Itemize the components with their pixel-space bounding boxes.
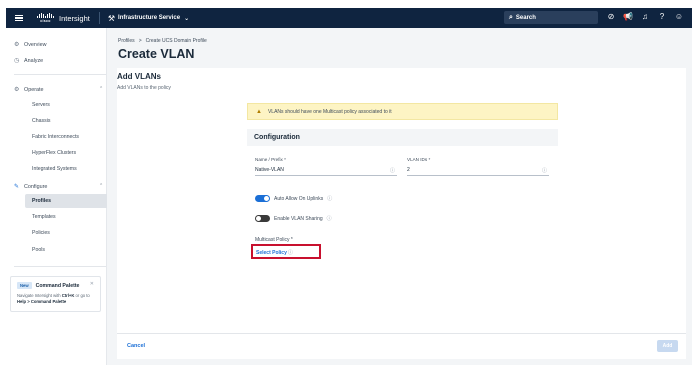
auto-allow-toggle[interactable] [255, 195, 270, 202]
vlan-sharing-toggle-row: Enable VLAN Sharing ⓘ [255, 215, 332, 222]
name-prefix-label: Name / Prefix * [255, 157, 286, 162]
info-icon[interactable]: ⓘ [288, 250, 293, 256]
sidebar-item-templates[interactable]: Templates [32, 214, 56, 220]
info-icon[interactable]: ⓘ [542, 167, 547, 174]
warning-text: VLANs should have one Multicast policy a… [267, 108, 392, 115]
service-selector[interactable]: ⚒ Infrastructure Service ⌄ [108, 14, 189, 23]
top-navigation-bar: cisco Intersight ⚒ Infrastructure Servic… [6, 8, 692, 28]
operate-icon: ⚙ [14, 87, 20, 93]
check-circle-icon[interactable]: ⊘ [606, 12, 616, 22]
info-icon[interactable]: ⓘ [390, 167, 395, 174]
sidebar-item-fabric-interconnects[interactable]: Fabric Interconnects [32, 134, 79, 140]
form-footer: Cancel Add [117, 333, 686, 359]
bell-icon[interactable]: ♫ [640, 12, 650, 22]
search-icon: ⌕ [509, 13, 513, 21]
page-header: Profiles > Create UCS Domain Profile Cre… [107, 28, 692, 68]
command-palette-description: Navigate Intersight with Ctrl+K or go to… [17, 293, 90, 304]
vlan-ids-label: VLAN IDs * [407, 157, 431, 162]
help-path-text: Help > Command Palette [17, 298, 67, 304]
service-label: Infrastructure Service [118, 15, 181, 21]
configuration-header: Configuration [247, 129, 558, 146]
breadcrumb: Profiles > Create UCS Domain Profile [118, 38, 207, 44]
sidebar-item-overview[interactable]: ⚙ Overview [14, 41, 47, 49]
page-title: Create VLAN [118, 47, 195, 61]
section-title: Add VLANs [117, 72, 161, 81]
overview-icon: ⚙ [14, 42, 20, 48]
sidebar-item-policies[interactable]: Policies [32, 230, 50, 236]
breadcrumb-create-ucs-domain-profile[interactable]: Create UCS Domain Profile [146, 38, 207, 44]
sidebar-divider [14, 74, 106, 75]
warning-banner: ▲ VLANs should have one Multicast policy… [247, 103, 558, 120]
topbar-actions: ⊘ 📢 ♫ ? ☺ [606, 12, 684, 22]
sidebar-item-chassis[interactable]: Chassis [32, 118, 50, 124]
name-prefix-field[interactable]: Native-VLAN ⓘ [255, 164, 397, 176]
cisco-logo: cisco [37, 13, 54, 23]
infrastructure-service-icon: ⚒ [107, 13, 116, 23]
analyze-icon: ◷ [14, 58, 20, 64]
chevron-down-icon: ⌄ [184, 15, 190, 22]
search-placeholder: Search [515, 14, 536, 21]
new-badge: New [17, 282, 32, 289]
command-palette-card: New Command Palette ✕ Navigate Intersigh… [10, 276, 101, 312]
select-policy-text: Select Policy [256, 250, 287, 256]
sidebar-item-profiles[interactable]: Profiles [25, 194, 109, 208]
cancel-button[interactable]: Cancel [127, 343, 145, 349]
vlan-sharing-label: Enable VLAN Sharing [274, 215, 323, 222]
multicast-policy-label: Multicast Policy * [255, 237, 293, 243]
vlan-ids-value: 2 [407, 167, 410, 173]
sidebar-item-pools[interactable]: Pools [32, 247, 45, 253]
wrench-icon: ✎ [14, 184, 20, 190]
sidebar-item-integrated-systems[interactable]: Integrated Systems [32, 166, 77, 172]
sidebar-item-servers[interactable]: Servers [32, 102, 50, 108]
command-palette-title: Command Palette [35, 282, 80, 289]
auto-allow-toggle-row: Auto Allow On Uplinks ⓘ [255, 195, 332, 202]
section-subtitle: Add VLANs to the policy [117, 85, 171, 91]
auto-allow-label: Auto Allow On Uplinks [274, 195, 324, 202]
sidebar-item-label: Configure [24, 183, 48, 190]
name-prefix-value: Native-VLAN [255, 167, 284, 173]
vlan-sharing-toggle[interactable] [255, 215, 270, 222]
content-background-right [686, 68, 692, 365]
content-background-left [107, 68, 117, 365]
sidebar-item-hyperflex-clusters[interactable]: HyperFlex Clusters [32, 150, 76, 156]
vlan-ids-field[interactable]: 2 ⓘ [407, 164, 549, 176]
megaphone-icon[interactable]: 📢 [623, 12, 633, 22]
breadcrumb-separator: > [138, 38, 142, 44]
close-icon[interactable]: ✕ [90, 281, 94, 287]
sidebar-item-operate[interactable]: ⚙ Operate [14, 86, 44, 94]
sidebar: ⚙ Overview ◷ Analyze ⚙ Operate ⌃ Servers… [6, 28, 109, 365]
sidebar-item-label: Analyze [24, 57, 44, 64]
user-icon[interactable]: ☺ [674, 12, 684, 22]
sidebar-item-analyze[interactable]: ◷ Analyze [14, 57, 44, 65]
info-icon[interactable]: ⓘ [327, 215, 332, 222]
select-policy-link[interactable]: Select Policyⓘ [251, 244, 321, 259]
breadcrumb-profiles[interactable]: Profiles [118, 38, 135, 44]
search-input[interactable]: ⌕ Search [504, 11, 598, 24]
content-background-bottom [107, 359, 692, 365]
sidebar-item-label: Operate [24, 86, 44, 93]
sidebar-item-label: Overview [24, 41, 47, 48]
help-icon[interactable]: ? [657, 12, 667, 22]
topbar-divider [98, 12, 100, 24]
info-icon[interactable]: ⓘ [327, 195, 332, 202]
add-button[interactable]: Add [657, 340, 678, 352]
warning-icon: ▲ [256, 108, 262, 115]
app-name: Intersight [59, 13, 90, 23]
hamburger-menu-icon[interactable] [15, 14, 31, 22]
shortcut-text: Ctrl+K [61, 293, 75, 298]
chevron-up-icon[interactable]: ⌃ [99, 86, 103, 92]
form-panel: Add VLANs Add VLANs to the policy ▲ VLAN… [117, 68, 686, 333]
sidebar-item-configure[interactable]: ✎ Configure [14, 183, 48, 191]
chevron-up-icon[interactable]: ⌃ [99, 183, 103, 189]
sidebar-divider [14, 266, 106, 267]
